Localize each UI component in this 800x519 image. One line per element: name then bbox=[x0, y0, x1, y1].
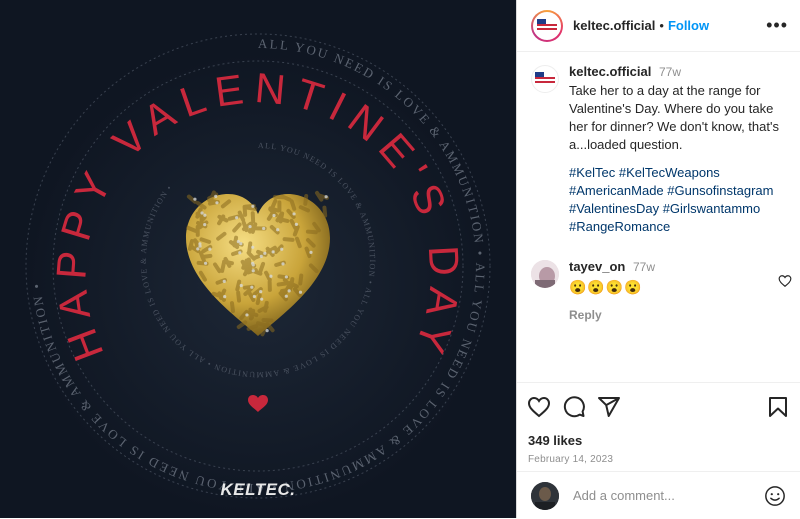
share-icon[interactable] bbox=[597, 395, 621, 419]
bullet-tip bbox=[324, 195, 328, 199]
bullet-tip bbox=[259, 289, 263, 294]
bullet-tip bbox=[238, 251, 242, 255]
comment-text: 😮😮😮😮 bbox=[569, 279, 643, 295]
caption-text: Take her to a day at the range for Valen… bbox=[569, 83, 779, 152]
bullet-tip bbox=[198, 242, 202, 246]
comment-like-heart-icon[interactable] bbox=[778, 274, 792, 288]
bullet-tip bbox=[269, 274, 273, 278]
bullet-tip bbox=[284, 275, 288, 279]
follow-button[interactable]: Follow bbox=[668, 18, 709, 33]
caption: keltec.official 77w Take her to a day at… bbox=[517, 53, 800, 236]
bullet-tip bbox=[262, 226, 266, 231]
post-header: keltec.official • Follow ••• bbox=[517, 0, 800, 52]
emoji-picker-icon[interactable] bbox=[764, 485, 786, 507]
commenter-avatar[interactable] bbox=[531, 260, 559, 288]
post-actions: 349 likes February 14, 2023 bbox=[517, 382, 800, 518]
bullet-tip bbox=[287, 289, 291, 293]
more-options-icon[interactable]: ••• bbox=[766, 15, 788, 36]
add-comment-input[interactable] bbox=[571, 487, 764, 504]
bullet-shape bbox=[250, 211, 256, 224]
bullet-tip bbox=[252, 294, 256, 299]
bullet-tip bbox=[259, 254, 263, 258]
bullet-tip bbox=[260, 297, 264, 301]
bullet-tip bbox=[251, 204, 255, 208]
post-date[interactable]: February 14, 2023 bbox=[527, 454, 790, 465]
bullet-tip bbox=[292, 212, 296, 216]
bullet-tip bbox=[223, 295, 227, 299]
bullet-tip bbox=[251, 261, 255, 266]
bullet-tip bbox=[251, 245, 255, 249]
bullet-tip bbox=[265, 329, 269, 333]
commenter-photo bbox=[531, 260, 559, 288]
keltec-flag-icon bbox=[537, 18, 557, 33]
bullet-tip bbox=[250, 285, 254, 289]
post-media[interactable]: ALL YOU NEED IS LOVE & AMMUNITION • ALL … bbox=[0, 0, 516, 518]
bookmark-icon[interactable] bbox=[766, 395, 790, 419]
bullet-tip bbox=[309, 250, 313, 254]
comments-section[interactable]: keltec.official 77w Take her to a day at… bbox=[517, 53, 800, 382]
separator-dot: • bbox=[659, 18, 664, 33]
commenter-username[interactable]: tayev_on bbox=[569, 259, 625, 274]
bullet-tip bbox=[280, 247, 284, 251]
bullet-tip bbox=[251, 269, 255, 273]
bullet-tip bbox=[245, 313, 249, 317]
bullet-tip bbox=[200, 211, 204, 215]
bullet-tip bbox=[298, 290, 303, 294]
current-user-avatar bbox=[531, 481, 559, 510]
bullet-tip bbox=[263, 251, 267, 255]
bullet-tip bbox=[222, 279, 226, 284]
caption-username[interactable]: keltec.official bbox=[569, 64, 651, 79]
bullet-tip bbox=[284, 294, 288, 298]
bullet-tip bbox=[235, 216, 239, 220]
keltec-flag-icon bbox=[535, 72, 555, 86]
caption-hashtags[interactable]: #KelTec #KelTecWeapons #AmericanMade #Gu… bbox=[569, 164, 786, 236]
bullet-tip bbox=[239, 283, 243, 288]
likes-count[interactable]: 349 likes bbox=[527, 433, 790, 448]
bullet-tip bbox=[236, 240, 240, 244]
add-comment-bar bbox=[517, 471, 800, 519]
caption-avatar[interactable] bbox=[531, 65, 559, 93]
bullet-tip bbox=[271, 250, 275, 254]
comment-icon[interactable] bbox=[562, 395, 586, 419]
bullet-tip bbox=[214, 194, 218, 199]
bullet-tip bbox=[193, 197, 197, 201]
author-avatar[interactable] bbox=[531, 9, 563, 42]
bullet-tip bbox=[281, 262, 285, 266]
bullet-tip bbox=[208, 247, 212, 251]
bullet-tip bbox=[272, 213, 276, 218]
bullet-shape bbox=[261, 318, 274, 323]
post-panel: keltec.official • Follow ••• keltec.offi bbox=[516, 0, 800, 518]
keltec-logo: KELTEC. bbox=[220, 480, 296, 499]
bullet-tip bbox=[248, 224, 252, 229]
bullet-tip bbox=[215, 201, 219, 205]
reply-button[interactable]: Reply bbox=[569, 306, 655, 324]
comment-item: tayev_on 77w 😮😮😮😮 Reply bbox=[517, 236, 800, 324]
bullet-tip bbox=[203, 213, 207, 217]
heart-icon[interactable] bbox=[527, 395, 551, 419]
valentine-graphic: ALL YOU NEED IS LOVE & AMMUNITION • ALL … bbox=[0, 0, 516, 518]
comment-time[interactable]: 77w bbox=[633, 260, 655, 274]
bullet-tip bbox=[276, 228, 280, 232]
caption-time[interactable]: 77w bbox=[659, 65, 681, 79]
author-username[interactable]: keltec.official bbox=[573, 18, 655, 33]
current-user-photo bbox=[531, 481, 559, 510]
bullet-tip bbox=[294, 222, 299, 226]
bullet-tip bbox=[203, 223, 207, 227]
bullet-tip bbox=[196, 247, 200, 251]
bullet-tip bbox=[203, 261, 208, 265]
